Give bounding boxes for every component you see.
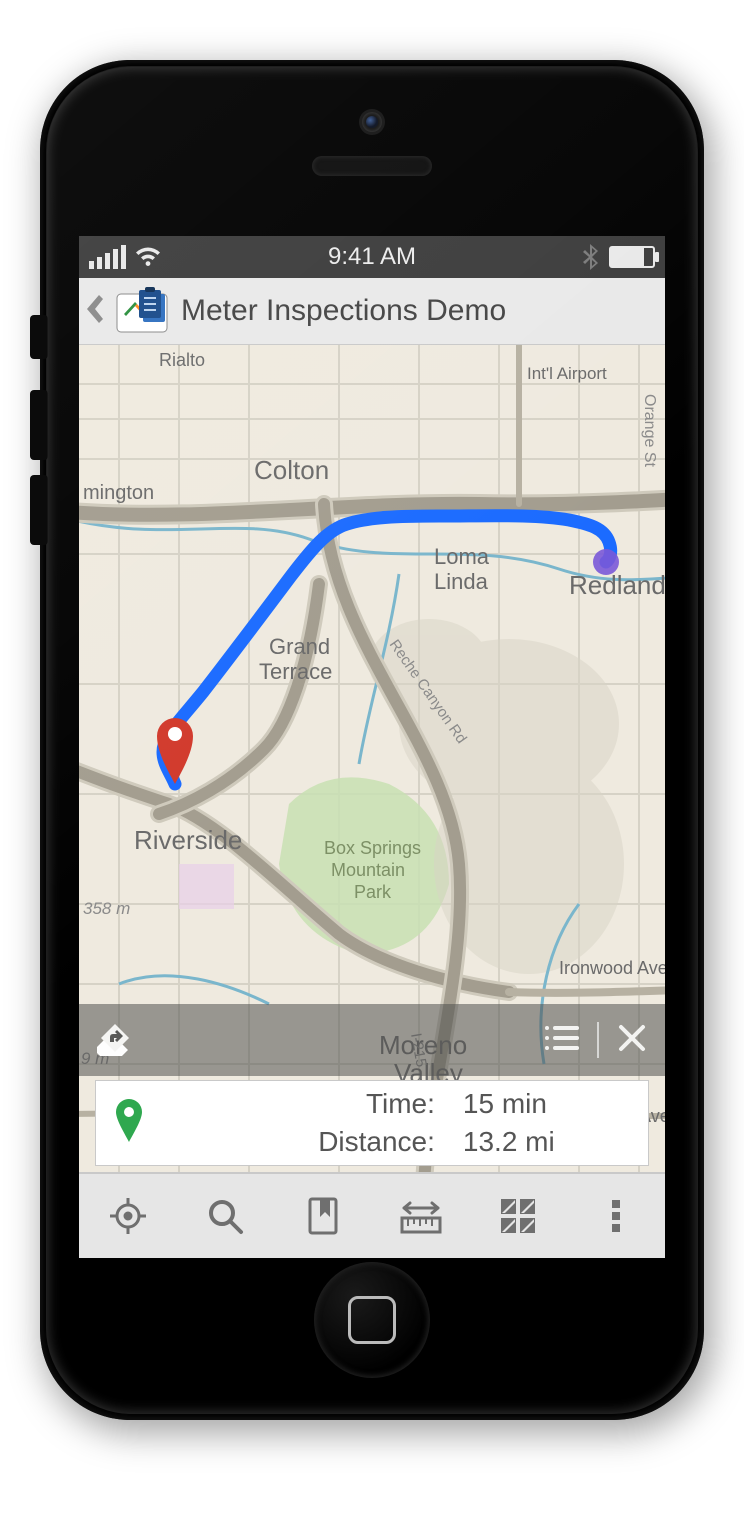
svg-text:Box Springs: Box Springs	[324, 838, 421, 858]
svg-text:Riverside: Riverside	[134, 825, 242, 855]
list-icon[interactable]	[543, 1023, 579, 1058]
svg-text:Grand: Grand	[269, 634, 330, 659]
svg-text:Terrace: Terrace	[259, 659, 332, 684]
bottom-toolbar	[79, 1172, 665, 1258]
locate-button[interactable]	[104, 1192, 152, 1240]
distance-label: Distance:	[318, 1123, 435, 1161]
battery-icon	[609, 246, 655, 268]
phone-frame: 9:41 AM	[40, 60, 704, 1420]
signal-icon	[89, 245, 126, 269]
svg-text:mington: mington	[83, 482, 154, 504]
back-button[interactable]	[85, 295, 103, 328]
wifi-icon	[134, 246, 162, 268]
time-value: 15 min	[463, 1085, 555, 1123]
front-camera	[362, 112, 382, 132]
svg-text:Linda: Linda	[434, 569, 489, 594]
app-header: Meter Inspections Demo	[79, 278, 665, 345]
svg-text:Rialto: Rialto	[159, 350, 205, 370]
pin-icon	[114, 1098, 144, 1149]
overflow-button[interactable]	[592, 1192, 640, 1240]
earpiece	[312, 156, 432, 176]
basemap-button[interactable]	[494, 1192, 542, 1240]
svg-text:358 m: 358 m	[83, 899, 130, 918]
svg-text:Redlands: Redlands	[569, 570, 665, 600]
close-icon[interactable]	[617, 1023, 647, 1058]
directions-panel: Time: Distance: 15 min 13.2 mi	[79, 1004, 665, 1174]
status-bar: 9:41 AM	[79, 236, 665, 278]
distance-value: 13.2 mi	[463, 1123, 555, 1161]
svg-text:Park: Park	[354, 882, 392, 902]
svg-text:Loma: Loma	[434, 544, 490, 569]
svg-text:Int'l Airport: Int'l Airport	[527, 364, 607, 383]
route-summary-card[interactable]: Time: Distance: 15 min 13.2 mi	[95, 1080, 649, 1166]
measure-button[interactable]	[397, 1192, 445, 1240]
turn-icon[interactable]	[97, 1020, 133, 1061]
bluetooth-icon	[583, 244, 599, 270]
svg-text:Ironwood Ave: Ironwood Ave	[559, 958, 665, 978]
bookmarks-button[interactable]	[299, 1192, 347, 1240]
volume-down	[30, 475, 48, 545]
svg-text:Mountain: Mountain	[331, 860, 405, 880]
app-icon	[113, 284, 171, 338]
clock: 9:41 AM	[79, 243, 665, 271]
search-button[interactable]	[201, 1192, 249, 1240]
volume-up	[30, 390, 48, 460]
svg-text:Orange St: Orange St	[641, 394, 658, 467]
page-title: Meter Inspections Demo	[181, 294, 506, 328]
time-label: Time:	[318, 1085, 435, 1123]
screen: 9:41 AM	[79, 236, 665, 1258]
mute-switch	[30, 315, 48, 359]
home-button[interactable]	[314, 1262, 430, 1378]
svg-text:Colton: Colton	[254, 455, 329, 485]
